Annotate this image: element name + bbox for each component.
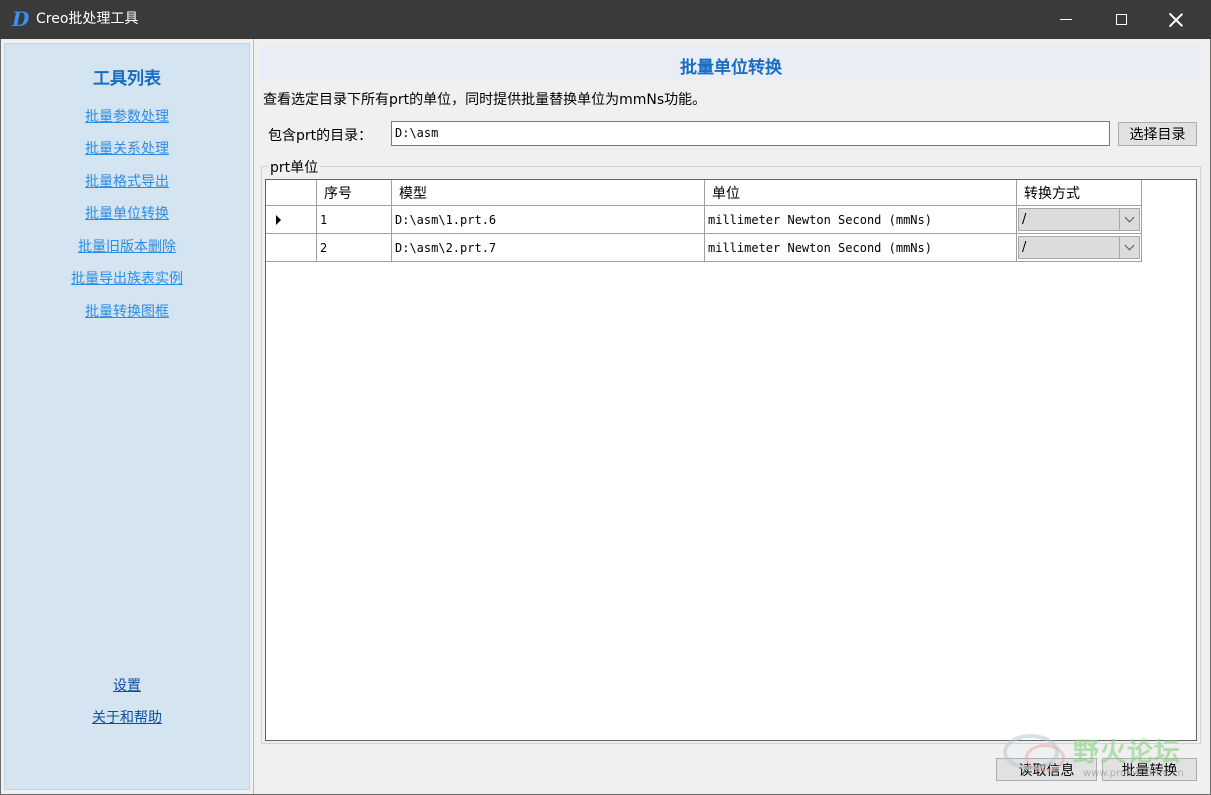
dropdown-button[interactable] bbox=[1119, 237, 1139, 258]
batch-convert-button[interactable]: 批量转换 bbox=[1102, 758, 1197, 781]
prt-unit-group-label: prt单位 bbox=[268, 157, 321, 177]
chevron-down-icon bbox=[1124, 212, 1135, 223]
current-row-arrow-icon bbox=[276, 214, 281, 225]
cell-method[interactable]: / bbox=[1017, 234, 1142, 262]
unit-table: 序号 模型 单位 转换方式 1 D:\asm\1.prt.6 millimete… bbox=[265, 179, 1197, 741]
sidebar-link-unit-convert[interactable]: 批量单位转换 bbox=[5, 205, 249, 223]
cell-model[interactable]: D:\asm\1.prt.6 bbox=[392, 206, 705, 234]
dropdown-button[interactable] bbox=[1119, 209, 1139, 230]
window-title: Creo批处理工具 bbox=[36, 11, 139, 27]
sidebar: 工具列表 批量参数处理 批量关系处理 批量格式导出 批量单位转换 批量旧版本删除… bbox=[4, 43, 250, 790]
sidebar-link-frame-convert[interactable]: 批量转换图框 bbox=[5, 303, 249, 321]
close-icon bbox=[1169, 13, 1183, 27]
minimize-icon bbox=[1060, 19, 1072, 20]
directory-label: 包含prt的目录： bbox=[268, 128, 373, 144]
sidebar-divider bbox=[253, 39, 254, 794]
choose-directory-button[interactable]: 选择目录 bbox=[1118, 122, 1197, 146]
cell-method[interactable]: / bbox=[1017, 206, 1142, 234]
cell-index[interactable]: 1 bbox=[317, 206, 392, 234]
directory-input[interactable]: D:\asm bbox=[391, 121, 1110, 146]
sidebar-link-settings[interactable]: 设置 bbox=[5, 677, 249, 695]
method-combobox[interactable]: / bbox=[1018, 208, 1140, 231]
sidebar-link-param[interactable]: 批量参数处理 bbox=[5, 108, 249, 126]
table-row[interactable]: 2 D:\asm\2.prt.7 millimeter Newton Secon… bbox=[266, 234, 1142, 262]
table-header-row: 序号 模型 单位 转换方式 bbox=[266, 180, 1142, 206]
maximize-button[interactable] bbox=[1096, 0, 1146, 39]
read-info-button[interactable]: 读取信息 bbox=[996, 758, 1097, 781]
sidebar-link-family-table[interactable]: 批量导出族表实例 bbox=[5, 270, 249, 288]
cell-model[interactable]: D:\asm\2.prt.7 bbox=[392, 234, 705, 262]
cell-index[interactable]: 2 bbox=[317, 234, 392, 262]
page-title: 批量单位转换 bbox=[680, 58, 782, 78]
method-combobox[interactable]: / bbox=[1018, 236, 1140, 259]
table-row[interactable]: 1 D:\asm\1.prt.6 millimeter Newton Secon… bbox=[266, 206, 1142, 234]
method-value: / bbox=[1022, 212, 1027, 227]
sidebar-title: 工具列表 bbox=[93, 69, 161, 89]
column-header-model[interactable]: 模型 bbox=[392, 180, 705, 206]
method-value: / bbox=[1022, 240, 1027, 255]
cell-unit[interactable]: millimeter Newton Second (mmNs) bbox=[705, 234, 1017, 262]
column-header-index[interactable]: 序号 bbox=[317, 180, 392, 206]
column-header-method[interactable]: 转换方式 bbox=[1017, 180, 1142, 206]
app-logo-icon: D bbox=[12, 7, 30, 31]
page-header: 批量单位转换 bbox=[261, 45, 1201, 81]
sidebar-link-export-format[interactable]: 批量格式导出 bbox=[5, 173, 249, 191]
row-selector[interactable] bbox=[266, 206, 317, 234]
title-bar: D Creo批处理工具 bbox=[0, 0, 1211, 39]
minimize-button[interactable] bbox=[1041, 0, 1091, 39]
cell-unit[interactable]: millimeter Newton Second (mmNs) bbox=[705, 206, 1017, 234]
sidebar-link-delete-old[interactable]: 批量旧版本删除 bbox=[5, 238, 249, 256]
close-button[interactable] bbox=[1151, 0, 1201, 39]
sidebar-link-about[interactable]: 关于和帮助 bbox=[5, 709, 249, 727]
maximize-icon bbox=[1115, 14, 1127, 25]
row-selector[interactable] bbox=[266, 234, 317, 262]
sidebar-link-relation[interactable]: 批量关系处理 bbox=[5, 140, 249, 158]
row-header-corner bbox=[266, 180, 317, 206]
chevron-down-icon bbox=[1124, 240, 1135, 251]
page-description: 查看选定目录下所有prt的单位，同时提供批量替换单位为mmNs功能。 bbox=[263, 92, 707, 108]
column-header-unit[interactable]: 单位 bbox=[705, 180, 1017, 206]
